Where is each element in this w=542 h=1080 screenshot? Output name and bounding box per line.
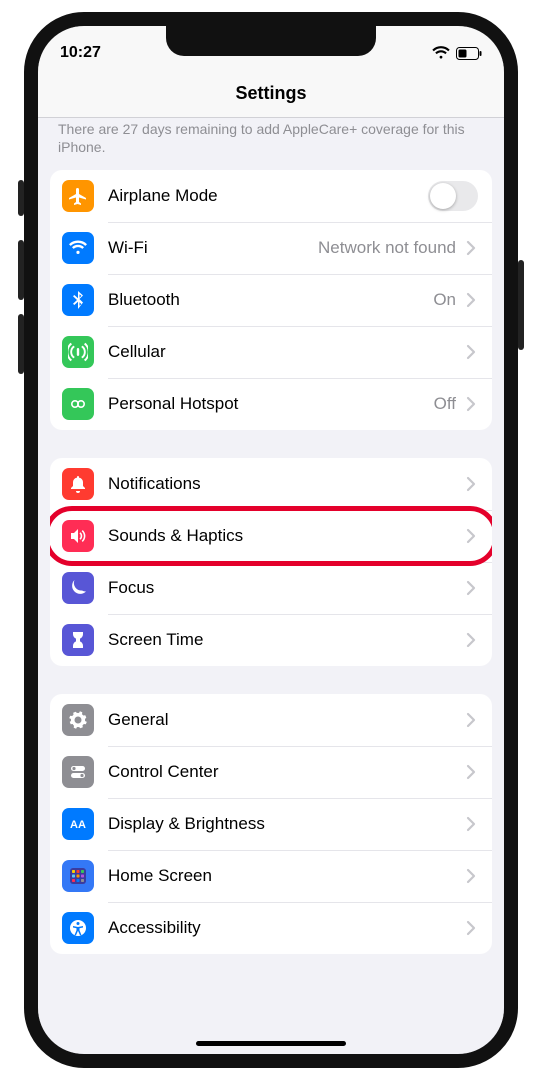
row-label: Personal Hotspot (108, 394, 434, 414)
switches-icon (62, 756, 94, 788)
wifi-icon (62, 232, 94, 264)
airplane-mode-toggle[interactable] (428, 181, 478, 211)
settings-row-general[interactable]: General (50, 694, 492, 746)
hourglass-icon (62, 624, 94, 656)
row-value: Network not found (318, 238, 456, 258)
chevron-right-icon (464, 816, 478, 832)
row-label: Cellular (108, 342, 464, 362)
row-value: On (433, 290, 456, 310)
row-label: Display & Brightness (108, 814, 464, 834)
row-label: General (108, 710, 464, 730)
chevron-right-icon (464, 712, 478, 728)
home-indicator[interactable] (196, 1041, 346, 1046)
row-label: Bluetooth (108, 290, 433, 310)
settings-row-cellular[interactable]: Cellular (50, 326, 492, 378)
chevron-right-icon (464, 240, 478, 256)
settings-row-control-center[interactable]: Control Center (50, 746, 492, 798)
settings-group: Notifications Sounds & Haptics Focus Screen… (50, 458, 492, 666)
settings-row-notifications[interactable]: Notifications (50, 458, 492, 510)
battery-status-icon (456, 47, 482, 60)
moon-icon (62, 572, 94, 604)
accessibility-icon (62, 912, 94, 944)
airplane-icon (62, 180, 94, 212)
bluetooth-icon (62, 284, 94, 316)
hotspot-icon (62, 388, 94, 420)
row-label: Sounds & Haptics (108, 526, 464, 546)
chevron-right-icon (464, 632, 478, 648)
status-time: 10:27 (60, 44, 101, 62)
settings-row-screen-time[interactable]: Screen Time (50, 614, 492, 666)
chevron-right-icon (464, 344, 478, 360)
row-label: Airplane Mode (108, 186, 428, 206)
chevron-right-icon (464, 476, 478, 492)
speaker-icon (62, 520, 94, 552)
settings-group: General Control Center AA Display & Brightn… (50, 694, 492, 954)
chevron-right-icon (464, 764, 478, 780)
settings-row-focus[interactable]: Focus (50, 562, 492, 614)
settings-group: Airplane ModeWi-FiNetwork not foundBluet… (50, 170, 492, 430)
settings-row-wi-fi[interactable]: Wi-FiNetwork not found (50, 222, 492, 274)
chevron-right-icon (464, 920, 478, 936)
phone-screen: 10:27 Settings There are 27 days remaini… (24, 12, 518, 1068)
chevron-right-icon (464, 528, 478, 544)
applecare-info-text: There are 27 days remaining to add Apple… (38, 118, 504, 170)
row-label: Notifications (108, 474, 464, 494)
settings-row-home-screen[interactable]: Home Screen (50, 850, 492, 902)
chevron-right-icon (464, 396, 478, 412)
aa-icon: AA (62, 808, 94, 840)
chevron-right-icon (464, 580, 478, 596)
bell-icon (62, 468, 94, 500)
row-value: Off (434, 394, 456, 414)
row-label: Accessibility (108, 918, 464, 938)
row-label: Focus (108, 578, 464, 598)
settings-row-personal-hotspot[interactable]: Personal HotspotOff (50, 378, 492, 430)
gear-icon (62, 704, 94, 736)
navbar-title: Settings (235, 83, 306, 104)
chevron-right-icon (464, 868, 478, 884)
row-label: Control Center (108, 762, 464, 782)
cellular-icon (62, 336, 94, 368)
settings-row-sounds-haptics[interactable]: Sounds & Haptics (50, 510, 492, 562)
chevron-right-icon (464, 292, 478, 308)
row-label: Wi-Fi (108, 238, 318, 258)
settings-scroll[interactable]: There are 27 days remaining to add Apple… (38, 118, 504, 1054)
grid-icon (62, 860, 94, 892)
settings-row-bluetooth[interactable]: BluetoothOn (50, 274, 492, 326)
row-label: Screen Time (108, 630, 464, 650)
row-label: Home Screen (108, 866, 464, 886)
notch (166, 26, 376, 56)
settings-row-accessibility[interactable]: Accessibility (50, 902, 492, 954)
settings-row-airplane-mode[interactable]: Airplane Mode (50, 170, 492, 222)
navbar: Settings (38, 70, 504, 118)
svg-text:AA: AA (70, 819, 86, 831)
settings-row-display-brightness[interactable]: AA Display & Brightness (50, 798, 492, 850)
power-button (518, 260, 524, 350)
wifi-status-icon (432, 46, 450, 60)
